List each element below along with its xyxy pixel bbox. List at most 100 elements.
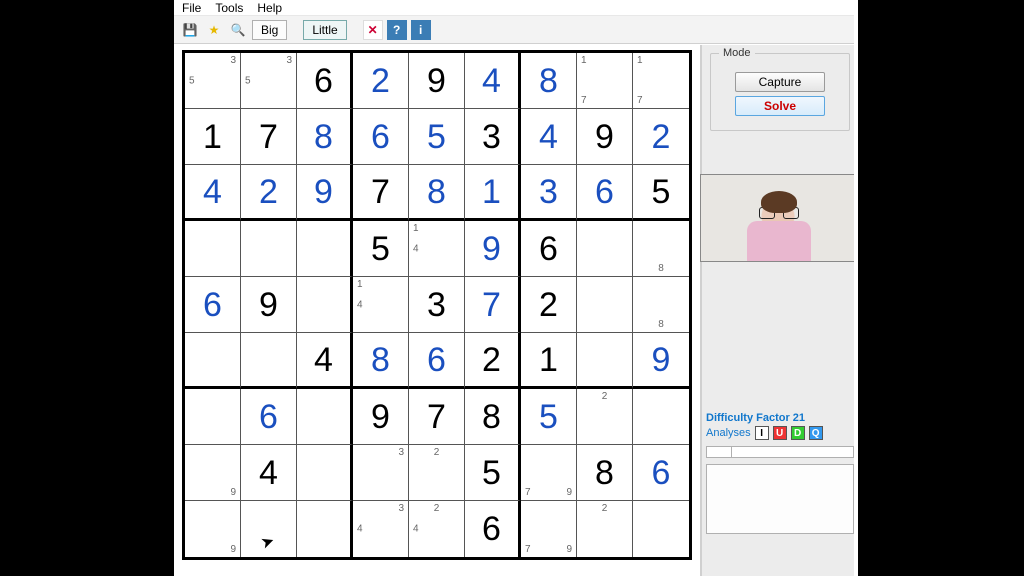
big-button[interactable]: Big (252, 20, 287, 40)
cell-r7-c3[interactable] (297, 389, 353, 445)
cell-r9-c3[interactable] (297, 501, 353, 557)
cell-r3-c7[interactable]: 3 (521, 165, 577, 221)
capture-button[interactable]: Capture (735, 72, 825, 92)
candidate: 7 (637, 95, 643, 106)
cell-r6-c5[interactable]: 6 (409, 333, 465, 389)
little-button[interactable]: Little (303, 20, 346, 40)
cell-r7-c5[interactable]: 7 (409, 389, 465, 445)
cell-r2-c8[interactable]: 9 (577, 109, 633, 165)
cell-r5-c6[interactable]: 7 (465, 277, 521, 333)
cell-r5-c8[interactable] (577, 277, 633, 333)
solve-button[interactable]: Solve (735, 96, 825, 116)
cell-r6-c6[interactable]: 2 (465, 333, 521, 389)
cell-r3-c5[interactable]: 8 (409, 165, 465, 221)
cell-r7-c2[interactable]: 6 (241, 389, 297, 445)
cell-r1-c3[interactable]: 6 (297, 53, 353, 109)
cell-r4-c5[interactable]: 14 (409, 221, 465, 277)
analysis-q-button[interactable]: Q (809, 426, 823, 440)
cell-r2-c9[interactable]: 2 (633, 109, 689, 165)
cell-r6-c1[interactable] (185, 333, 241, 389)
cell-r2-c7[interactable]: 4 (521, 109, 577, 165)
sudoku-grid[interactable]: 3535629481717178653492429781365514968691… (182, 50, 692, 560)
cell-r6-c7[interactable]: 1 (521, 333, 577, 389)
save-icon[interactable]: 💾 (180, 20, 200, 40)
cell-r2-c6[interactable]: 3 (465, 109, 521, 165)
cell-r3-c9[interactable]: 5 (633, 165, 689, 221)
cell-r1-c4[interactable]: 2 (353, 53, 409, 109)
cell-r9-c1[interactable]: 9 (185, 501, 241, 557)
cell-r1-c2[interactable]: 35 (241, 53, 297, 109)
cell-r9-c9[interactable] (633, 501, 689, 557)
cell-r7-c9[interactable] (633, 389, 689, 445)
cell-r4-c8[interactable] (577, 221, 633, 277)
analysis-i-button[interactable]: I (755, 426, 769, 440)
cell-r8-c3[interactable] (297, 445, 353, 501)
cell-r8-c7[interactable]: 79 (521, 445, 577, 501)
cell-r8-c4[interactable]: 3 (353, 445, 409, 501)
cell-r1-c7[interactable]: 8 (521, 53, 577, 109)
cell-r1-c6[interactable]: 4 (465, 53, 521, 109)
cell-r1-c5[interactable]: 9 (409, 53, 465, 109)
cell-r4-c6[interactable]: 9 (465, 221, 521, 277)
menu-tools[interactable]: Tools (215, 1, 243, 15)
cell-r6-c4[interactable]: 8 (353, 333, 409, 389)
cell-r6-c8[interactable] (577, 333, 633, 389)
cell-r4-c3[interactable] (297, 221, 353, 277)
cell-r1-c9[interactable]: 17 (633, 53, 689, 109)
cell-r8-c8[interactable]: 8 (577, 445, 633, 501)
cell-r4-c7[interactable]: 6 (521, 221, 577, 277)
cell-r4-c1[interactable] (185, 221, 241, 277)
cell-r9-c4[interactable]: 34 (353, 501, 409, 557)
delete-icon[interactable]: ✕ (363, 20, 383, 40)
cell-r7-c4[interactable]: 9 (353, 389, 409, 445)
cell-r1-c1[interactable]: 35 (185, 53, 241, 109)
cell-r2-c5[interactable]: 5 (409, 109, 465, 165)
cell-r7-c1[interactable] (185, 389, 241, 445)
cell-r9-c8[interactable]: 2 (577, 501, 633, 557)
cell-r9-c7[interactable]: 79 (521, 501, 577, 557)
cell-r4-c9[interactable]: 8 (633, 221, 689, 277)
cell-r8-c9[interactable]: 6 (633, 445, 689, 501)
cell-r4-c4[interactable]: 5 (353, 221, 409, 277)
cell-r2-c4[interactable]: 6 (353, 109, 409, 165)
menu-file[interactable]: File (182, 1, 201, 15)
cell-r6-c9[interactable]: 9 (633, 333, 689, 389)
cell-r8-c2[interactable]: 4 (241, 445, 297, 501)
menu-help[interactable]: Help (257, 1, 282, 15)
cell-r1-c8[interactable]: 17 (577, 53, 633, 109)
cell-r9-c5[interactable]: 24 (409, 501, 465, 557)
info-icon[interactable]: i (411, 20, 431, 40)
cell-r7-c6[interactable]: 8 (465, 389, 521, 445)
cell-r4-c2[interactable] (241, 221, 297, 277)
cell-r9-c6[interactable]: 6 (465, 501, 521, 557)
cell-r3-c3[interactable]: 9 (297, 165, 353, 221)
cell-r8-c1[interactable]: 9 (185, 445, 241, 501)
analysis-u-button[interactable]: U (773, 426, 787, 440)
help-icon[interactable]: ? (387, 20, 407, 40)
cell-r8-c6[interactable]: 5 (465, 445, 521, 501)
star-icon[interactable]: ★ (204, 20, 224, 40)
cell-r8-c5[interactable]: 2 (409, 445, 465, 501)
cell-r7-c7[interactable]: 5 (521, 389, 577, 445)
cell-r7-c8[interactable]: 2 (577, 389, 633, 445)
cell-r3-c8[interactable]: 6 (577, 165, 633, 221)
cell-r2-c3[interactable]: 8 (297, 109, 353, 165)
cell-r6-c2[interactable] (241, 333, 297, 389)
cell-r5-c3[interactable] (297, 277, 353, 333)
cell-r5-c7[interactable]: 2 (521, 277, 577, 333)
cell-r3-c2[interactable]: 2 (241, 165, 297, 221)
cell-r3-c1[interactable]: 4 (185, 165, 241, 221)
cell-r2-c1[interactable]: 1 (185, 109, 241, 165)
cell-r9-c2[interactable] (241, 501, 297, 557)
cell-r5-c1[interactable]: 6 (185, 277, 241, 333)
cell-r5-c4[interactable]: 14 (353, 277, 409, 333)
cell-r2-c2[interactable]: 7 (241, 109, 297, 165)
magnify-icon[interactable]: 🔍 (228, 20, 248, 40)
cell-r5-c5[interactable]: 3 (409, 277, 465, 333)
cell-r3-c4[interactable]: 7 (353, 165, 409, 221)
cell-r5-c2[interactable]: 9 (241, 277, 297, 333)
analysis-d-button[interactable]: D (791, 426, 805, 440)
cell-r3-c6[interactable]: 1 (465, 165, 521, 221)
cell-r5-c9[interactable]: 8 (633, 277, 689, 333)
cell-r6-c3[interactable]: 4 (297, 333, 353, 389)
